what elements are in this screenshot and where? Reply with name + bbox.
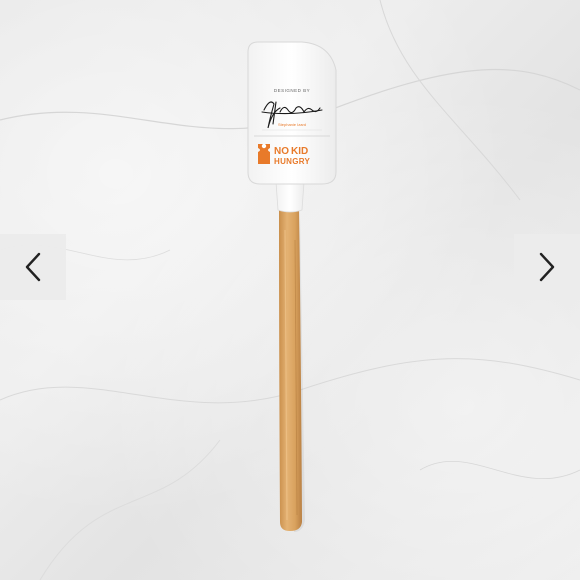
svg-text:HUNGRY: HUNGRY	[274, 157, 311, 166]
spatula-image: DESIGNED BY Stephanie Izard NO KID HUNGRY	[247, 41, 337, 532]
next-image-button[interactable]	[514, 234, 580, 300]
signature-name: Stephanie Izard	[278, 122, 306, 127]
chevron-left-icon	[25, 252, 41, 282]
svg-text:NOKID: NO KID	[274, 146, 308, 157]
chevron-right-icon	[539, 252, 555, 282]
silicone-neck	[275, 181, 305, 213]
previous-image-button[interactable]	[0, 234, 66, 300]
no-kid-hungry-logo: NO KID HUNGRY	[258, 143, 311, 166]
wooden-handle	[279, 206, 302, 531]
product-image-viewer: DESIGNED BY Stephanie Izard NO KID HUNGRY	[0, 0, 580, 580]
designed-by-text: DESIGNED BY	[274, 88, 310, 93]
